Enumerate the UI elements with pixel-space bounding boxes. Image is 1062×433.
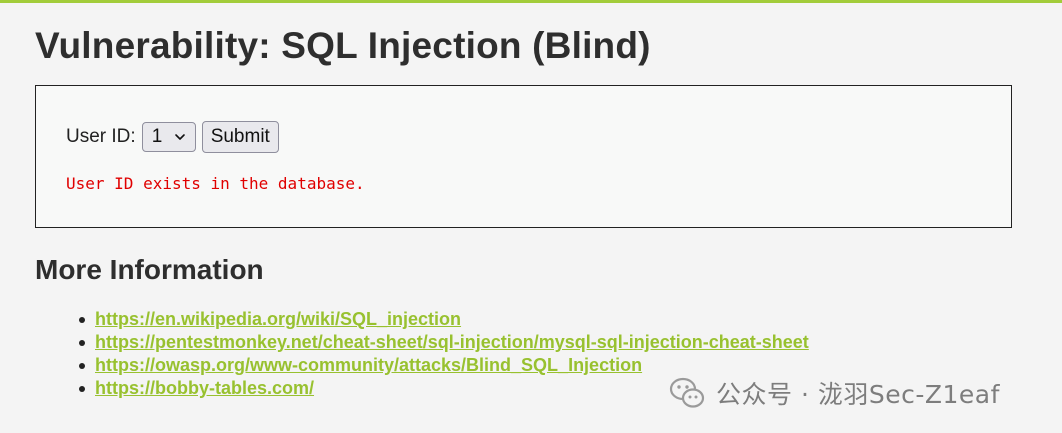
chevron-down-icon: [174, 134, 185, 140]
watermark: 公众号 · 泷羽Sec-Z1eaf: [668, 374, 1000, 412]
link-pentestmonkey-cheat-sheet[interactable]: https://pentestmonkey.net/cheat-sheet/sq…: [95, 332, 809, 352]
watermark-text: 公众号 · 泷羽Sec-Z1eaf: [716, 380, 1000, 409]
link-wikipedia-sql-injection[interactable]: https://en.wikipedia.org/wiki/SQL_inject…: [95, 309, 461, 329]
bullet-icon: [79, 340, 85, 346]
list-item: https://en.wikipedia.org/wiki/SQL_inject…: [79, 308, 809, 331]
vulnerable-code-area: User ID: 1 Submit User ID exists in the …: [35, 85, 1012, 228]
list-item: https://pentestmonkey.net/cheat-sheet/sq…: [79, 331, 809, 354]
user-id-label: User ID:: [66, 126, 136, 147]
submit-button[interactable]: Submit: [201, 121, 279, 153]
user-id-selected-value: 1: [151, 126, 163, 147]
bullet-icon: [79, 363, 85, 369]
link-bobby-tables[interactable]: https://bobby-tables.com/: [95, 378, 314, 398]
link-owasp-blind-sql-injection[interactable]: https://owasp.org/www-community/attacks/…: [95, 355, 642, 375]
user-id-form: User ID: 1 Submit: [66, 121, 279, 153]
bullet-icon: [79, 386, 85, 392]
page-title: Vulnerability: SQL Injection (Blind): [35, 25, 651, 66]
more-information-heading: More Information: [35, 254, 264, 285]
user-id-select[interactable]: 1: [141, 122, 196, 152]
wechat-icon: [669, 377, 705, 408]
result-message: User ID exists in the database.: [66, 174, 365, 193]
bullet-icon: [79, 317, 85, 323]
